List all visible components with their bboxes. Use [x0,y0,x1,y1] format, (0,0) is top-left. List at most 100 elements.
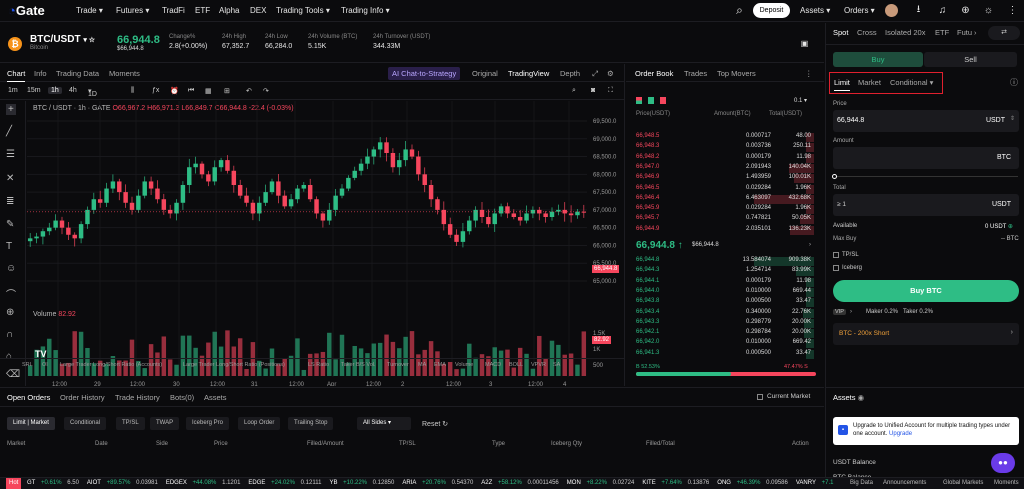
pattern-icon[interactable]: ✕ [6,173,14,184]
marquee-item[interactable]: EDGE +24.02% 0.12111 [248,478,325,489]
nav-trading-tools[interactable]: Trading Tools ▾ [276,6,330,15]
total-input[interactable]: ≥ 1 USDT [833,194,1019,216]
marquee-item[interactable]: ARIA +20.76% 0.54370 [402,478,477,489]
search-icon[interactable]: ⌕ [733,3,746,17]
tab-assets[interactable]: Assets [204,393,227,402]
marquee-item[interactable]: VANRY +7.1 [796,478,843,489]
indicator-volume[interactable]: Volume [455,362,473,368]
scroll-right-icon[interactable]: › [974,28,977,37]
orderbook-row[interactable]: 66,947.0 2.091943 140.04K [626,163,824,173]
tab-open-orders[interactable]: Open Orders [7,393,50,402]
indicator-ls-accounts[interactable]: Large Trader Long/Short Ratio (Accounts) [60,362,162,368]
view-asks-icon[interactable] [660,97,666,104]
deposit-button[interactable]: Deposit [753,3,790,18]
marquee-item[interactable]: ONG +46.39% 0.09586 [717,478,792,489]
indicator-ma[interactable]: MA [418,362,426,368]
fib-icon[interactable]: ≣ [6,196,14,207]
nav-assets[interactable]: Assets ▾ [800,6,830,15]
replay-icon[interactable]: ⏮ [188,87,194,95]
tab-cross[interactable]: Cross [857,28,877,37]
trendline-icon[interactable]: ╱ [6,126,12,137]
link-global-markets[interactable]: Global Markets [943,478,983,489]
orderbook-row[interactable]: 66,943.3 0.298779 20.00K [626,318,824,328]
orderbook-row[interactable]: 66,942.0 0.010000 669.42 [626,339,824,349]
orderbook-row[interactable]: 66,944.9 2.035101 136.23K [626,225,824,235]
orderbook-row[interactable]: 66,944.0 0.010000 669.44 [626,287,824,297]
settings-icon[interactable]: ⚙ [607,69,614,78]
tab-etf[interactable]: ETF [935,28,949,37]
brush-icon[interactable]: ✎ [6,219,14,230]
avatar[interactable] [885,4,898,17]
view-both-icon[interactable] [636,97,642,104]
tpsl-checkbox[interactable] [833,252,839,258]
horizontal-lines-icon[interactable]: ☰ [6,149,15,160]
subtab-iceberg-pro[interactable]: Iceberg Pro [186,417,230,430]
info-icon[interactable]: ⓘ [1010,77,1018,88]
buy-tab[interactable]: Buy [833,52,923,67]
indicator-ls-positions[interactable]: Large Trader Long/Short Ratio (Positions… [183,362,285,368]
orderbook-row[interactable]: 66,948.2 0.000179 11.98 [626,153,824,163]
orderbook-row[interactable]: 66,945.7 0.747821 50.05K [626,215,824,225]
view-bids-icon[interactable] [648,97,654,104]
order-type-conditional[interactable]: Conditional ▾ [890,78,933,87]
chatbot-icon[interactable]: ●● [991,453,1015,473]
indicator-ls-ratio[interactable]: LS Ratio [308,362,329,368]
chevron-right-icon[interactable]: › [809,242,811,248]
marquee-item[interactable]: EDGEX +44.08% 1.1201 [166,478,245,489]
pair-selector[interactable]: BTC/USDT ▾ ☆ [30,34,95,45]
candle-type-icon[interactable]: ⫼ [131,87,134,95]
marquee-item[interactable]: GT +0.61% 6.50 [27,478,83,489]
indicators-icon[interactable]: ƒx [152,87,159,94]
orderbook-row[interactable]: 66,948.3 0.003736 250.11 [626,143,824,153]
indicator-srl[interactable]: SRL [22,362,33,368]
indicator-taker[interactable]: Taker B/S Vol. [341,362,376,368]
tab-isolated[interactable]: Isolated 20x [885,28,925,37]
subtab-twap[interactable]: TWAP [150,417,180,430]
tab-order-book[interactable]: Order Book [635,69,673,78]
tab-top-movers[interactable]: Top Movers [717,69,756,78]
orderbook-row[interactable]: 66,943.8 0.000500 33.47 [626,298,824,308]
gate-logo[interactable]: ◔Gate [8,3,45,18]
tab-moments[interactable]: Moments [109,69,140,78]
tab-original[interactable]: Original [472,69,498,78]
tab-trading-data[interactable]: Trading Data [56,69,99,78]
expand-icon[interactable]: ⤢ [592,69,598,79]
indicator-ema[interactable]: EMA [434,362,446,368]
indicator-sa[interactable]: SA [553,362,560,368]
interval-15m[interactable]: 15m [27,87,41,94]
chart-search-icon[interactable]: ⌕ [572,87,576,95]
indicator-oi[interactable]: OI [42,362,48,368]
order-type-limit[interactable]: Limit [834,78,850,91]
tab-futures[interactable]: Futu [957,28,972,37]
orderbook-row[interactable]: 66,948.5 0.000717 48.00 [626,133,824,142]
order-type-market[interactable]: Market [858,78,881,87]
link-big-data[interactable]: Big Data [850,478,873,489]
orderbook-row[interactable]: 66,946.5 0.029284 1.96K [626,184,824,194]
swap-icon[interactable]: ⇄ [988,26,1020,40]
menu-icon[interactable]: ⋮ [1006,4,1019,17]
nav-trade[interactable]: Trade ▾ [76,6,103,15]
ruler-icon[interactable]: ⌒ [6,286,16,301]
template-icon[interactable]: ▦ [205,87,212,95]
tab-tradingview[interactable]: TradingView [508,69,549,78]
orderbook-row[interactable]: 66,945.9 0.029284 1.96K [626,205,824,215]
indicator-boll[interactable]: BOLL [509,362,523,368]
marquee-item[interactable]: YB +10.22% 0.12850 [329,478,398,489]
current-market-checkbox[interactable] [757,394,763,400]
marquee-item[interactable]: KITE +7.64% 0.13876 [642,478,713,489]
amount-slider[interactable] [832,174,1018,179]
nav-alpha[interactable]: Alpha [219,6,239,15]
alert-icon[interactable]: ⏰ [170,87,179,95]
orderbook-row[interactable]: 66,946.4 6.463097 432.68K [626,194,824,204]
indicator-vpvr[interactable]: VPVR [531,362,546,368]
link-announcements[interactable]: Announcements [883,478,926,489]
tab-info[interactable]: Info [34,69,47,78]
crosshair-icon[interactable]: + [6,104,16,115]
nav-tradfi[interactable]: TradFi [162,6,185,15]
orderbook-row[interactable]: 66,946.9 1.493959 100.01K [626,174,824,184]
tab-depth[interactable]: Depth [560,69,580,78]
tab-order-history[interactable]: Order History [60,393,105,402]
marquee-item[interactable]: AIOT +89.57% 0.03981 [87,478,162,489]
orderbook-row[interactable]: 66,941.3 0.000500 33.47 [626,349,824,359]
orderbook-row[interactable]: 66,943.4 0.340000 22.76K [626,308,824,318]
